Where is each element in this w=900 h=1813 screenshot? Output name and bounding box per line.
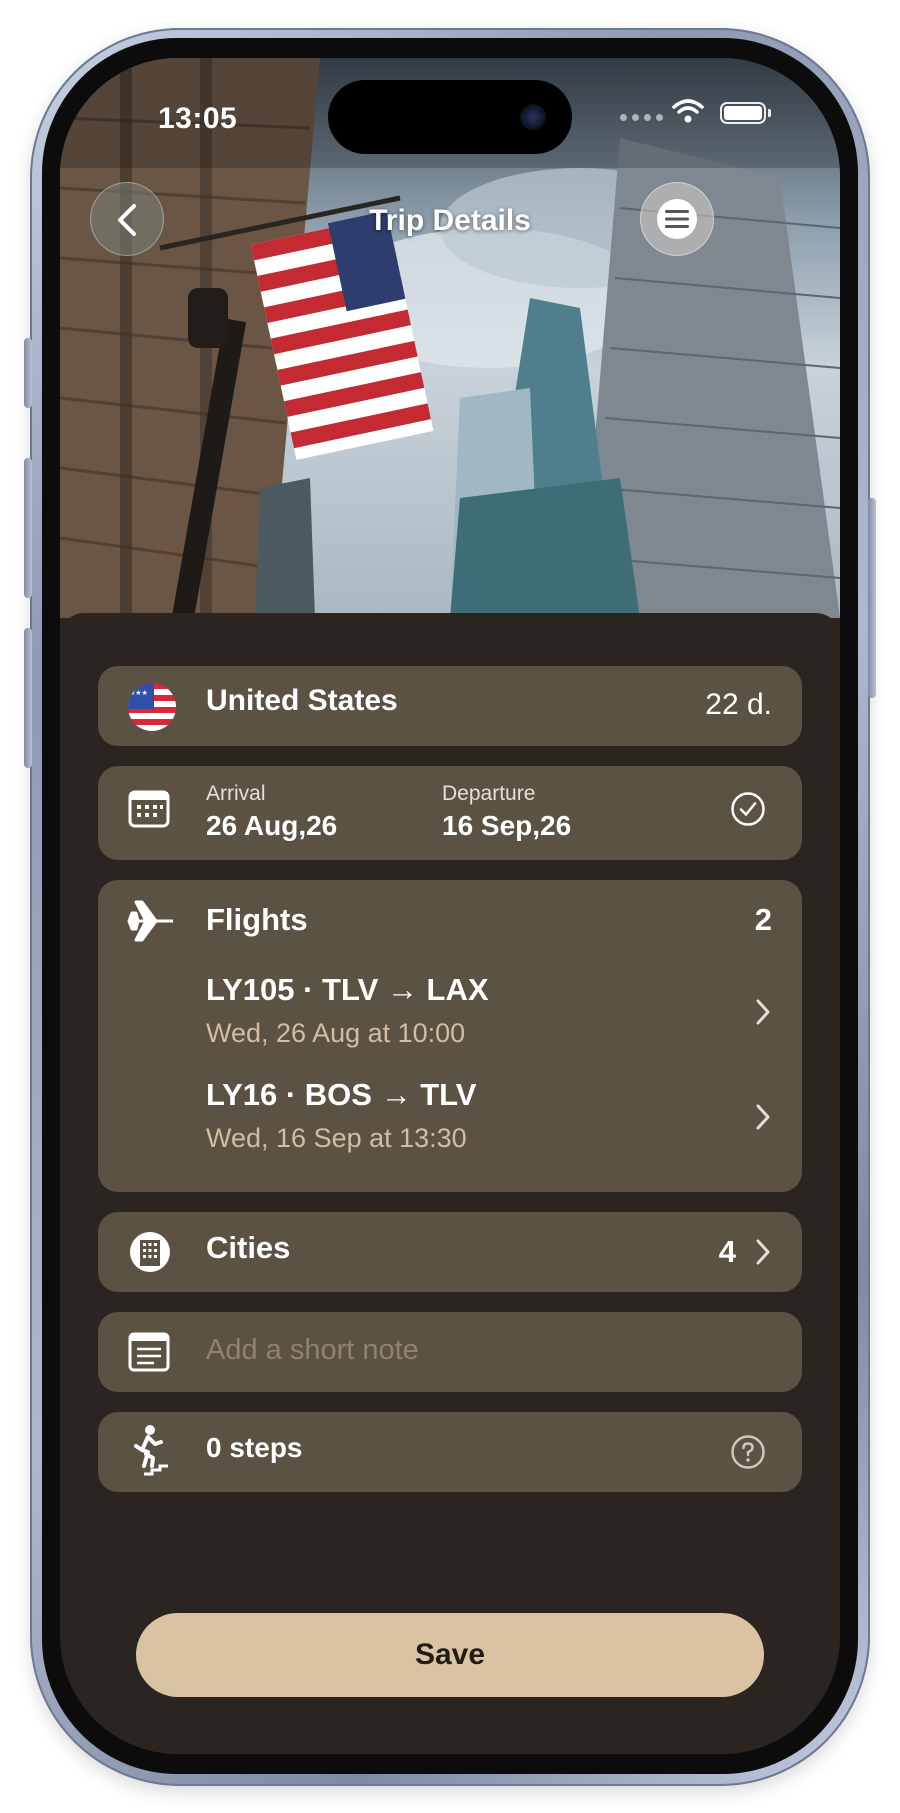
country-name: United States — [206, 684, 398, 717]
flight-time: Wed, 16 Sep at 13:30 — [206, 1123, 467, 1153]
cities-card[interactable]: Cities 4 — [98, 1212, 802, 1292]
status-time: 13:05 — [158, 102, 238, 135]
note-icon — [128, 1332, 170, 1372]
flight-row[interactable]: LY16 · BOS → TLV Wed, 16 Sep at 13:30 — [98, 1077, 802, 1173]
help-circle-icon[interactable] — [730, 1434, 766, 1470]
note-input[interactable]: Add a short note — [206, 1334, 419, 1367]
dates-card[interactable]: Arrival 26 Aug,26 Departure 16 Sep,26 — [98, 766, 802, 860]
cities-count: 4 — [718, 1234, 736, 1269]
menu-button-inner — [657, 199, 697, 239]
departure-date: 16 Sep,26 — [442, 810, 572, 841]
flight-time: Wed, 26 Aug at 10:00 — [206, 1018, 466, 1048]
cellular-signal-icon — [620, 114, 663, 121]
chevron-right-icon — [756, 1104, 770, 1130]
building-icon — [130, 1232, 170, 1272]
steps-label: 0 steps — [206, 1432, 303, 1463]
departure-label: Departure — [442, 782, 536, 805]
stairs-person-icon — [134, 1425, 168, 1476]
menu-icon — [665, 210, 689, 228]
flights-count: 2 — [754, 902, 772, 937]
page-title: Trip Details — [369, 204, 531, 237]
flight-row[interactable]: LY105 · TLV → LAX Wed, 26 Aug at 10:00 — [98, 972, 802, 1068]
country-card[interactable]: United States 22 d. — [98, 666, 802, 746]
airplane-icon — [127, 900, 173, 942]
steps-card: 0 steps — [98, 1412, 802, 1492]
battery-nub — [768, 109, 771, 117]
chevron-right-icon — [756, 999, 770, 1025]
power-button — [868, 498, 876, 698]
cities-label: Cities — [206, 1230, 291, 1265]
flight-route: LY16 · BOS → TLV — [206, 1077, 477, 1112]
camera-icon — [520, 104, 546, 130]
arrival-date: 26 Aug,26 — [206, 810, 338, 841]
flag-us-icon — [128, 683, 176, 731]
note-card[interactable]: Add a short note — [98, 1312, 802, 1392]
battery-icon — [720, 102, 766, 124]
check-circle-icon[interactable] — [730, 791, 766, 827]
chevron-right-icon — [756, 1239, 770, 1265]
dynamic-island — [328, 80, 572, 154]
flights-card: Flights 2 LY105 · TLV → LAX Wed, 26 Aug … — [98, 880, 802, 1192]
menu-button[interactable] — [640, 182, 714, 256]
volume-down-button — [24, 628, 32, 768]
save-button[interactable]: Save — [136, 1613, 764, 1697]
calendar-icon — [128, 790, 170, 828]
screen: 13:05 Trip Details United States 22 d. — [60, 58, 840, 1754]
flight-route: LY105 · TLV → LAX — [206, 972, 489, 1007]
volume-up-button — [24, 458, 32, 598]
trip-duration: 22 d. — [705, 688, 772, 721]
wifi-icon — [672, 99, 704, 123]
flights-label: Flights — [206, 902, 308, 937]
action-button — [24, 338, 32, 408]
arrival-label: Arrival — [206, 782, 266, 805]
